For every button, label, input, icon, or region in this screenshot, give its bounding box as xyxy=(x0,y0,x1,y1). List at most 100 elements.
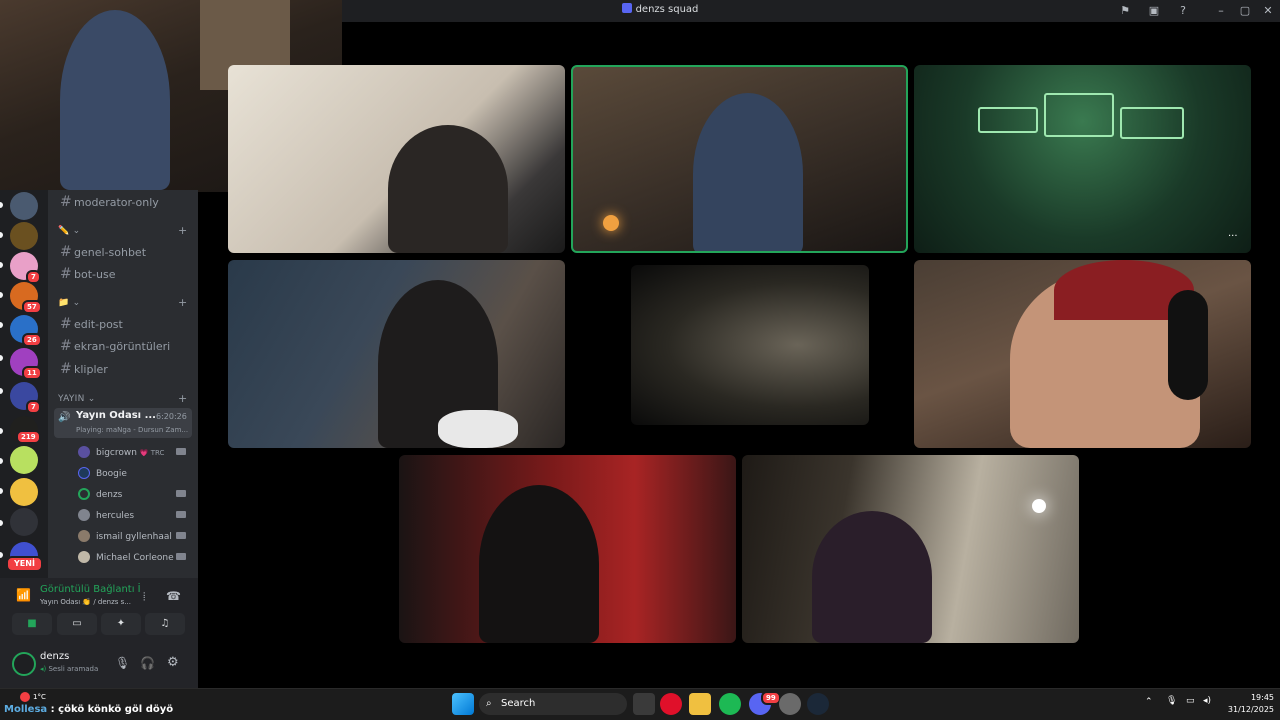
voice-member[interactable]: Boogie xyxy=(78,467,127,479)
inbox-icon[interactable]: ▣ xyxy=(1146,3,1162,19)
add-channel-icon[interactable]: + xyxy=(178,392,187,405)
start-icon[interactable] xyxy=(452,693,474,715)
search-icon: ⌕ xyxy=(486,698,492,709)
unread-pip xyxy=(0,520,3,526)
video-tile[interactable] xyxy=(742,455,1079,643)
avatar xyxy=(78,446,90,458)
unread-pip xyxy=(0,388,3,394)
system-clock[interactable]: 19:45 31/12/2025 xyxy=(1218,692,1274,716)
video-participant xyxy=(479,485,599,643)
noise-suppression-icon[interactable]: ⦙ xyxy=(143,590,145,604)
network-icon[interactable]: ▭ xyxy=(1186,696,1195,706)
spotify-icon[interactable] xyxy=(719,693,741,715)
user-avatar[interactable] xyxy=(12,652,36,676)
camera-toggle-button[interactable]: ■ xyxy=(12,613,52,635)
voice-member[interactable]: bigcrown 💗 TRC xyxy=(78,446,164,458)
activities-button[interactable]: ✦ xyxy=(101,613,141,635)
flag-icon[interactable]: ⚑ xyxy=(1117,3,1133,19)
candle-light xyxy=(603,215,619,231)
server-icon[interactable] xyxy=(10,478,38,506)
microphone-tray-icon[interactable]: 🎙 xyxy=(1166,696,1177,706)
activities-icon: ✦ xyxy=(116,618,126,629)
server-icon[interactable] xyxy=(10,222,38,250)
unread-pip xyxy=(0,202,3,208)
channel-moderator-only[interactable]: # moderator-only xyxy=(60,194,159,210)
signal-icon: 📶 xyxy=(16,588,31,602)
unread-pip xyxy=(0,355,3,361)
more-options-button[interactable]: ··· xyxy=(1228,231,1238,242)
unread-pip xyxy=(0,232,3,238)
video-tile[interactable] xyxy=(228,65,565,253)
channel-genel-sohbet[interactable]: # genel-sohbet xyxy=(60,244,146,260)
avatar xyxy=(78,551,90,563)
camera-icon xyxy=(176,448,186,455)
category-header[interactable]: 📁 ⌄ xyxy=(58,298,81,308)
tray-overflow-icon[interactable]: ⌃ xyxy=(1145,697,1153,707)
weather-icon[interactable] xyxy=(20,692,30,702)
camera-icon xyxy=(176,511,186,518)
steam-icon[interactable] xyxy=(807,693,829,715)
avatar xyxy=(78,488,90,500)
screen-share-icon: ▭ xyxy=(72,618,82,629)
soundboard-button[interactable]: ♫ xyxy=(145,613,185,635)
disconnect-icon[interactable]: ☎ xyxy=(166,589,181,603)
headphones xyxy=(1168,290,1208,400)
file-explorer-icon[interactable] xyxy=(689,693,711,715)
category-header[interactable]: ✏️ ⌄ xyxy=(58,226,81,236)
server-icon[interactable] xyxy=(10,446,38,474)
soundboard-icon: ♫ xyxy=(160,618,170,629)
headphones xyxy=(438,410,518,448)
help-icon[interactable]: ? xyxy=(1175,3,1191,19)
mention-badge: 7 xyxy=(26,400,41,414)
microphone-icon[interactable]: 🎙 xyxy=(115,656,130,670)
headset-icon[interactable]: 🎧 xyxy=(140,656,155,670)
video-tile[interactable] xyxy=(399,455,736,643)
video-tile-speaking[interactable] xyxy=(571,65,908,253)
unread-pip xyxy=(0,322,3,328)
video-tile-screen[interactable]: ··· xyxy=(914,65,1251,253)
hash-icon: # xyxy=(60,338,72,354)
settings-gear-icon[interactable]: ⚙ xyxy=(167,655,179,670)
voice-member[interactable]: Michael Corleone xyxy=(78,551,174,563)
channel-klipler[interactable]: # klipler xyxy=(60,361,108,377)
add-channel-icon[interactable]: + xyxy=(178,224,187,237)
camera-icon xyxy=(176,553,186,560)
task-view-icon[interactable] xyxy=(633,693,655,715)
channel-bot-use[interactable]: # bot-use xyxy=(60,266,115,282)
video-participant xyxy=(388,125,508,253)
video-tile[interactable] xyxy=(914,260,1251,448)
app-icon[interactable] xyxy=(779,693,801,715)
unread-pip xyxy=(0,428,3,434)
stream-ticker: Mollesa : çökö könkö göl döyö xyxy=(4,704,174,715)
voice-channel-selected[interactable]: 🔊 Yayın Odası ... 6:20:26 Playing: maNga… xyxy=(54,408,192,438)
add-channel-icon[interactable]: + xyxy=(178,296,187,309)
screen-share-button[interactable]: ▭ xyxy=(57,613,97,635)
voice-member[interactable]: ismail gyllenhaal xyxy=(78,530,172,542)
taskbar-search[interactable]: ⌕ Search xyxy=(479,693,627,715)
server-icon[interactable] xyxy=(10,508,38,536)
minimize-icon[interactable]: – xyxy=(1213,3,1229,19)
voice-member[interactable]: hercules xyxy=(78,509,134,521)
voice-member[interactable]: denzs xyxy=(78,488,122,500)
video-tile[interactable] xyxy=(228,260,565,448)
close-icon[interactable]: ✕ xyxy=(1260,3,1276,19)
avatar xyxy=(78,467,90,479)
mention-badge: 219 xyxy=(16,430,41,444)
voice-channel-timer: 6:20:26 xyxy=(156,412,187,421)
video-participant xyxy=(812,511,932,643)
channel-ekran-goruntuleri[interactable]: # ekran-görüntüleri xyxy=(60,338,170,354)
maximize-icon[interactable]: ▢ xyxy=(1237,3,1253,19)
volume-icon[interactable]: ◂) xyxy=(1203,696,1211,706)
screen-monitor xyxy=(978,107,1038,133)
server-icon[interactable] xyxy=(10,192,38,220)
screen-monitor xyxy=(1120,107,1184,139)
voice-status[interactable]: Görüntülü Bağlantı İ xyxy=(40,584,141,595)
user-status: ◂) Sesli aramada xyxy=(40,665,99,673)
unread-pip xyxy=(0,458,3,464)
weather-temp[interactable]: 1°C xyxy=(33,693,46,701)
category-header[interactable]: YAYIN ⌄ xyxy=(58,394,96,404)
opera-icon[interactable] xyxy=(660,693,682,715)
channel-edit-post[interactable]: # edit-post xyxy=(60,316,123,332)
voice-status-detail[interactable]: Yayın Odası 👏 / denzs s... xyxy=(40,598,131,606)
video-tile-dark[interactable] xyxy=(631,265,869,425)
